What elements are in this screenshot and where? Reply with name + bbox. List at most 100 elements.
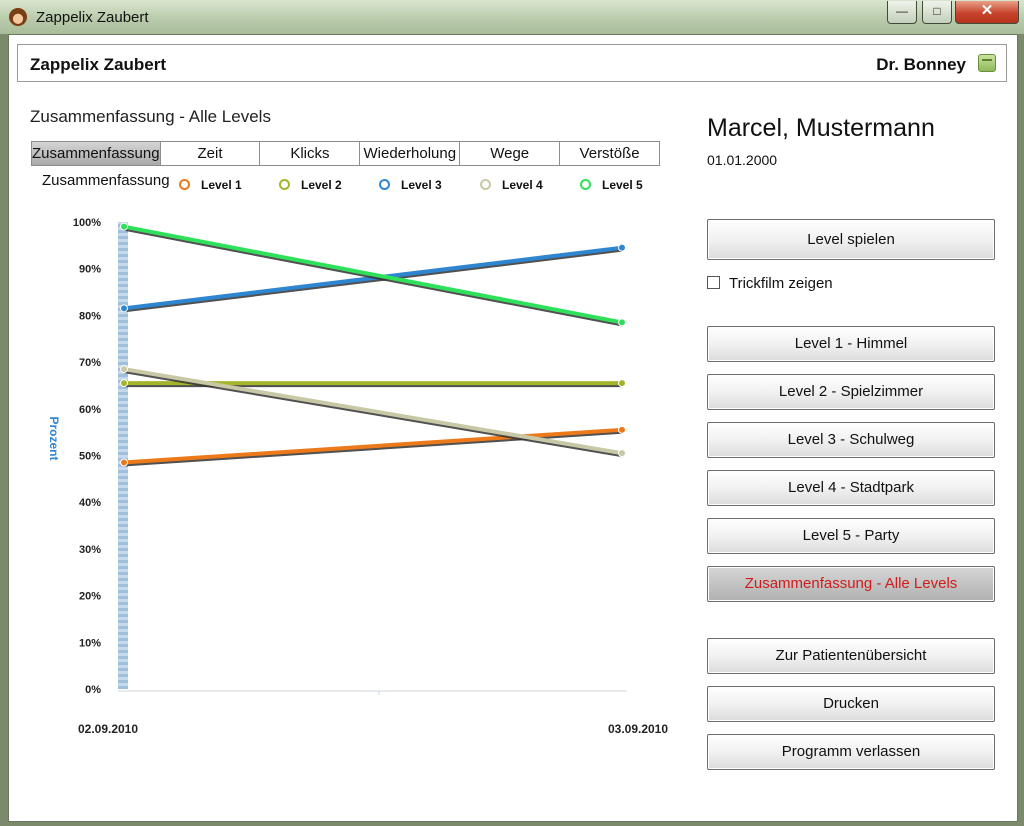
y-axis-band-stripe [118, 434, 128, 437]
y-axis-band-stripe [118, 572, 128, 575]
doctor-name: Dr. Bonney [876, 55, 966, 74]
y-axis-band-stripe [118, 650, 128, 653]
tab-zusammenfassung[interactable]: Zusammenfassung [32, 142, 161, 165]
tab-wiederholung[interactable]: Wiederholung [360, 142, 461, 165]
chart-legend: Level 1 Level 2 Level 3 Level 4 Level 5 [179, 178, 669, 194]
y-tick-label: 40% [79, 497, 101, 509]
y-axis-band-stripe [118, 392, 128, 395]
patient-name: Marcel, Mustermann [707, 114, 935, 142]
y-tick-label: 30% [79, 544, 101, 556]
y-axis-band-stripe [118, 374, 128, 377]
level-2-button[interactable]: Level 2 - Spielzimmer [707, 374, 995, 410]
y-axis-band-stripe [118, 404, 128, 407]
tab-wege[interactable]: Wege [460, 142, 561, 165]
header-bar: Zappelix Zaubert Dr. Bonney [17, 44, 1007, 82]
maximize-button[interactable]: □ [922, 1, 952, 24]
data-point-level-3 [120, 304, 128, 313]
y-axis-label: Prozent [47, 416, 61, 460]
y-axis-band-stripe [118, 422, 128, 425]
level-1-button[interactable]: Level 1 - Himmel [707, 326, 995, 362]
cartoon-checkbox[interactable] [707, 276, 720, 289]
app-icon [9, 8, 27, 26]
y-axis-band-stripe [118, 548, 128, 551]
data-point-level-5 [120, 222, 128, 231]
y-axis-band-stripe [118, 620, 128, 623]
data-point-level-5 [618, 318, 626, 327]
cartoon-checkbox-label[interactable]: Trickfilm zeigen [729, 275, 833, 292]
data-point-level-4 [120, 365, 128, 374]
patient-overview-button[interactable]: Zur Patientenübersicht [707, 638, 995, 674]
data-point-level-4 [618, 449, 626, 458]
x-tick-label: 02.09.2010 [78, 722, 138, 736]
line-chart: 100% 90% 80% 70% 60% 50% 40% 30% 20% 10% 0% Prozent… [47, 217, 668, 736]
y-axis-band-stripe [118, 674, 128, 677]
y-axis-band-stripe [118, 242, 128, 245]
legend-item-level-4[interactable]: Level 4 [480, 178, 543, 192]
legend-marker [279, 179, 290, 190]
y-axis-band-stripe [118, 608, 128, 611]
y-axis-band-stripe [118, 446, 128, 449]
minimize-button[interactable]: — [887, 1, 917, 24]
y-axis-band-stripe [118, 680, 128, 683]
y-axis-band-stripe [118, 338, 128, 341]
y-axis-band-stripe [118, 644, 128, 647]
legend-item-level-1[interactable]: Level 1 [179, 178, 242, 192]
exit-program-button[interactable]: Programm verlassen [707, 734, 995, 770]
y-axis-band-stripe [118, 512, 128, 515]
print-button[interactable]: Drucken [707, 686, 995, 722]
y-axis-band-stripe [118, 284, 128, 287]
level-4-button[interactable]: Level 4 - Stadtpark [707, 470, 995, 506]
play-level-button[interactable]: Level spielen [707, 219, 995, 260]
summary-all-levels-button[interactable]: Zusammenfassung - Alle Levels [707, 566, 995, 602]
series-line-level-1 [122, 427, 624, 465]
y-axis-band-stripe [118, 530, 128, 533]
page-title: Zusammenfassung - Alle Levels [30, 107, 271, 126]
tab-verstoesse[interactable]: Verstöße [560, 142, 659, 165]
y-tick-label: 90% [79, 264, 101, 276]
y-axis-band-stripe [118, 254, 128, 257]
calendar-icon[interactable] [978, 54, 996, 72]
y-axis-band-stripe [118, 476, 128, 479]
y-axis-band-stripe [118, 518, 128, 521]
y-axis-band-stripe [118, 500, 128, 503]
y-axis-band-stripe [118, 356, 128, 359]
legend-item-level-5[interactable]: Level 5 [580, 178, 643, 192]
y-axis-band-stripe [118, 536, 128, 539]
y-axis-band-stripe [118, 362, 128, 365]
y-axis-band-stripe [118, 602, 128, 605]
level-5-button[interactable]: Level 5 - Party [707, 518, 995, 554]
legend-marker [480, 179, 491, 190]
y-axis-band-stripe [118, 494, 128, 497]
y-axis-band-stripe [118, 344, 128, 347]
y-axis-band-stripe [118, 350, 128, 353]
tab-klicks[interactable]: Klicks [260, 142, 361, 165]
y-axis-band-stripe [118, 452, 128, 455]
data-point-level-1 [618, 425, 626, 434]
tab-zeit[interactable]: Zeit [161, 142, 261, 165]
y-axis-band-stripe [118, 428, 128, 431]
chart-title: Zusammenfassung [42, 172, 170, 189]
data-point-level-3 [618, 243, 626, 252]
window-title: Zappelix Zaubert [36, 9, 149, 26]
legend-marker [379, 179, 390, 190]
y-axis-band-stripe [118, 584, 128, 587]
y-axis-band-stripe [118, 470, 128, 473]
legend-item-level-2[interactable]: Level 2 [279, 178, 342, 192]
y-axis-band-stripe [118, 440, 128, 443]
y-axis-band-stripe [118, 560, 128, 563]
y-axis-band-stripe [118, 596, 128, 599]
y-tick-label: 70% [79, 357, 101, 369]
y-axis-band-stripe [118, 566, 128, 569]
title-bar: Zappelix Zaubert — □ ✕ [0, 0, 1024, 34]
y-axis-band-stripe [118, 332, 128, 335]
y-tick-label: 20% [79, 591, 101, 603]
close-button[interactable]: ✕ [955, 1, 1019, 24]
main-window: Zappelix Zaubert Dr. Bonney Zusammenfass… [8, 34, 1018, 822]
y-tick-label: 50% [79, 451, 101, 463]
level-3-button[interactable]: Level 3 - Schulweg [707, 422, 995, 458]
y-axis-band-stripe [118, 488, 128, 491]
y-tick-label: 60% [79, 404, 101, 416]
y-tick-label: 0% [85, 684, 101, 696]
legend-item-level-3[interactable]: Level 3 [379, 178, 442, 192]
data-point-level-2 [120, 379, 128, 388]
